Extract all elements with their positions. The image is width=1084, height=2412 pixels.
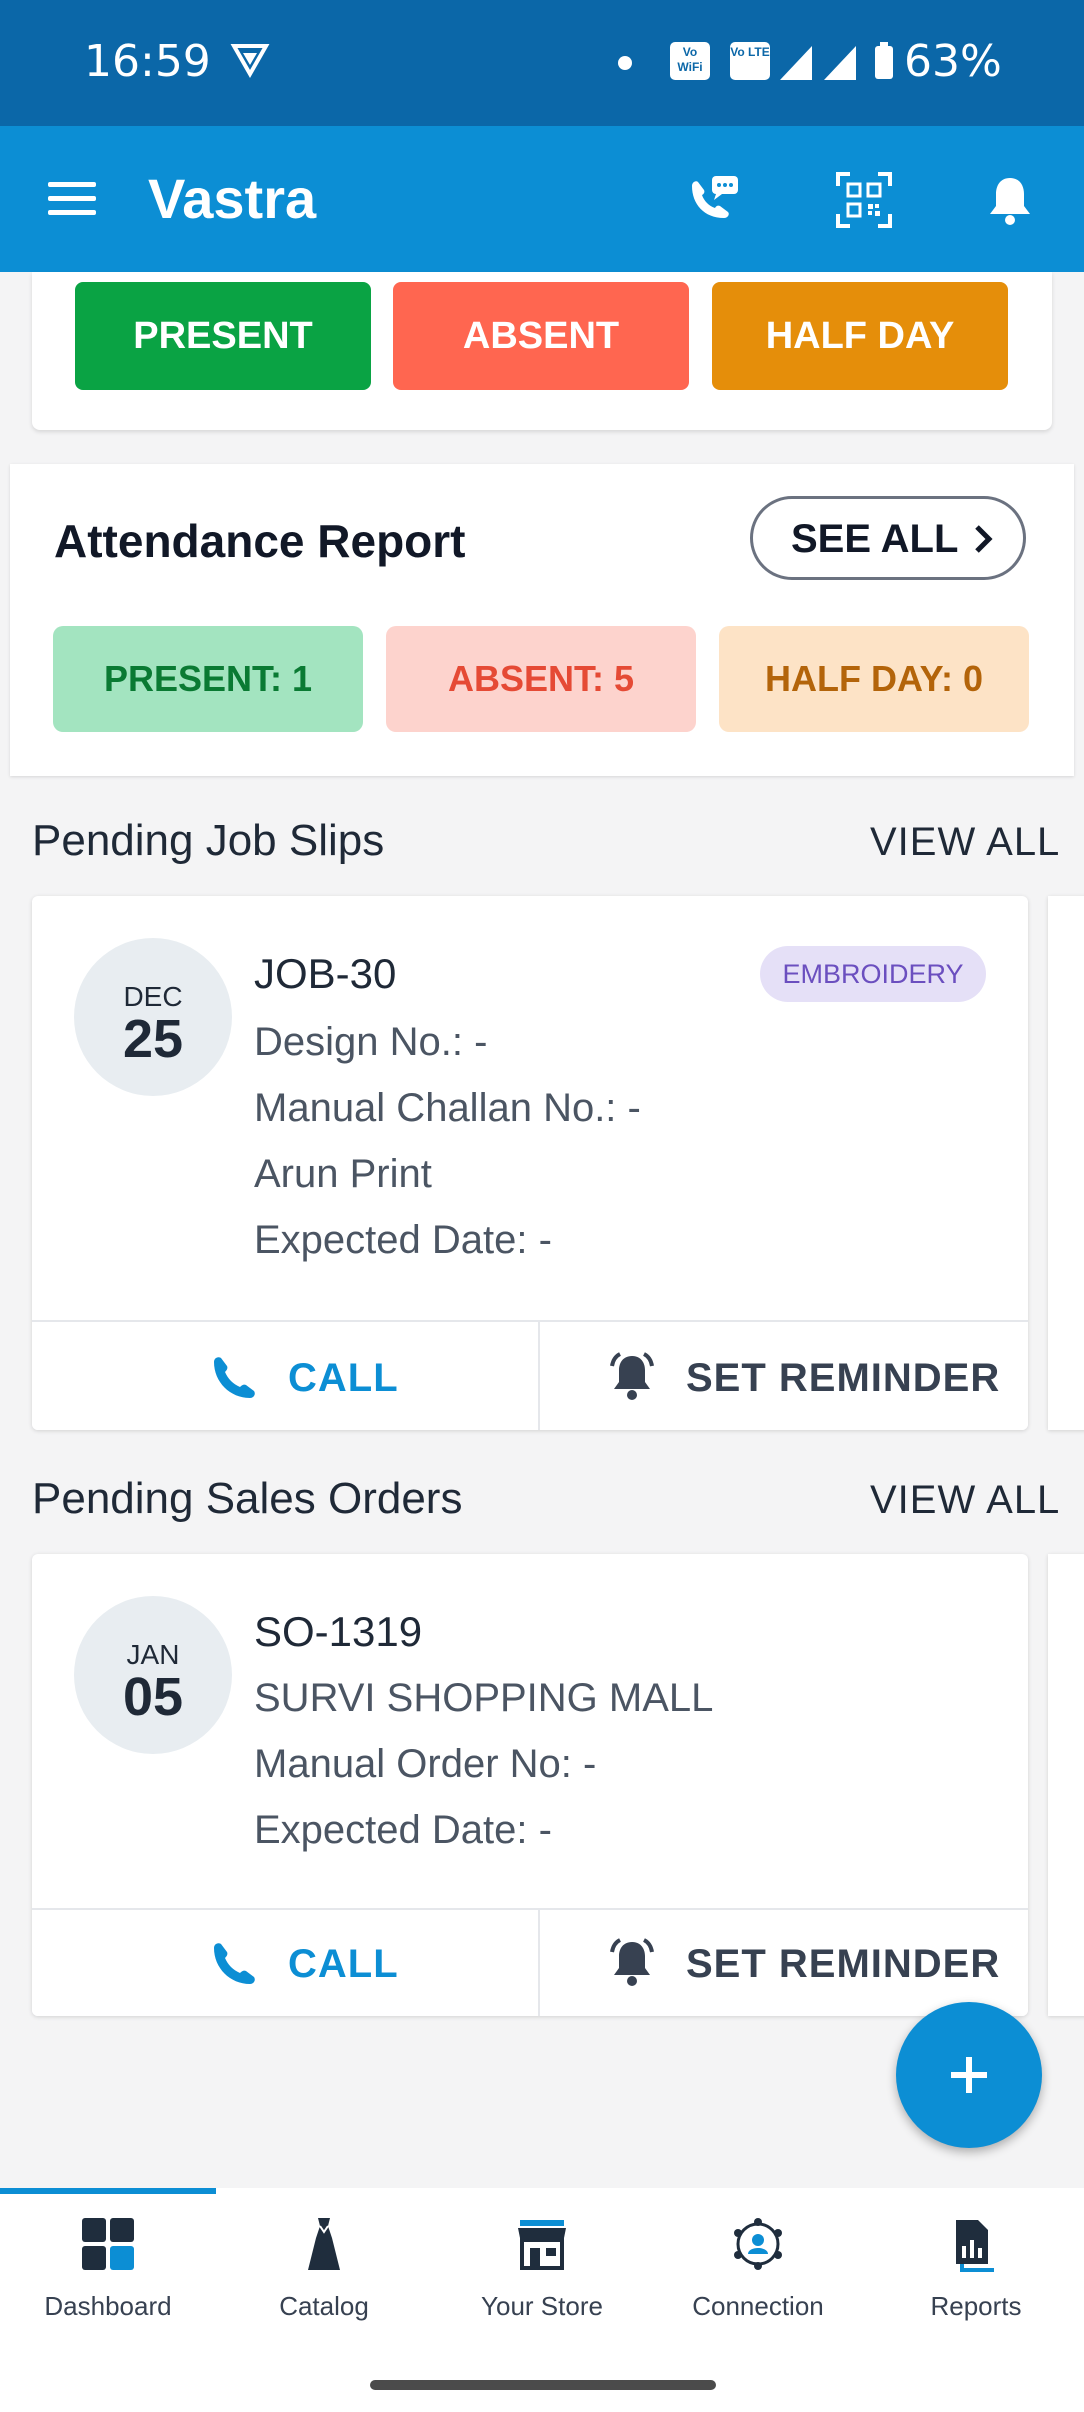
signal-icon	[780, 46, 812, 80]
vowifi-icon: Vo WiFi	[670, 42, 710, 80]
order-date-day: 05	[122, 1667, 184, 1727]
nav-reports[interactable]: Reports	[868, 2216, 1084, 2322]
order-set-reminder-label: SET REMINDER	[686, 1942, 1001, 1986]
attendance-report-card: Attendance Report SEE ALL PRESENT: 1 ABS…	[10, 464, 1074, 776]
report-icon	[956, 2220, 994, 2272]
job-slip-card-next[interactable]	[1048, 896, 1084, 1430]
alarm-bell-icon	[610, 1352, 654, 1400]
app-title: Vastra	[148, 167, 317, 230]
order-date-badge: JAN 05	[74, 1596, 232, 1754]
sales-order-card[interactable]: JAN 05 SO-1319 SURVI SHOPPING MALL Manua…	[32, 1554, 1028, 2016]
signal-icon	[824, 46, 856, 80]
phone-icon	[214, 1943, 255, 1984]
order-call-label: CALL	[288, 1942, 399, 1986]
nav-your-store[interactable]: Your Store	[434, 2216, 650, 2322]
job-slip-card[interactable]: DEC 25 JOB-30 EMBROIDERY Design No.: - M…	[32, 896, 1028, 1430]
present-count-badge: PRESENT: 1	[53, 626, 363, 732]
add-fab-button[interactable]	[896, 2002, 1042, 2148]
network-icon	[734, 2218, 782, 2270]
job-party-name: Arun Print	[254, 1152, 432, 1196]
order-expected-date: Expected Date: -	[254, 1808, 552, 1852]
attendance-report-title: Attendance Report	[54, 515, 466, 567]
see-all-button[interactable]: SEE ALL	[750, 496, 1026, 580]
mark-attendance-card: PRESENT ABSENT HALF DAY	[32, 272, 1052, 430]
half-day-button[interactable]: HALF DAY	[712, 282, 1008, 390]
sales-orders-view-all-link[interactable]: VIEW ALL	[870, 1478, 1060, 1523]
job-set-reminder-button[interactable]: SET REMINDER	[540, 1320, 1028, 1430]
nav-connection[interactable]: Connection	[650, 2216, 866, 2322]
bottom-navigation: Dashboard Catalog Your Store Connection	[0, 2188, 1084, 2412]
job-call-label: CALL	[288, 1356, 399, 1400]
plus-icon	[951, 2057, 987, 2093]
app-bar: Vastra	[0, 126, 1084, 272]
job-slips-view-all-link[interactable]: VIEW ALL	[870, 820, 1060, 865]
dashboard-icon	[82, 2218, 134, 2270]
present-button[interactable]: PRESENT	[75, 282, 371, 390]
nav-dashboard-label: Dashboard	[44, 2291, 172, 2321]
order-party-name: SURVI SHOPPING MALL	[254, 1676, 714, 1720]
order-date-month: JAN	[126, 1639, 180, 1670]
alarm-bell-icon	[610, 1938, 654, 1986]
chevron-right-icon	[975, 525, 993, 553]
job-set-reminder-label: SET REMINDER	[686, 1356, 1001, 1400]
active-tab-indicator	[0, 2188, 216, 2194]
phone-chat-icon[interactable]	[684, 170, 744, 230]
store-icon	[518, 2220, 566, 2270]
order-set-reminder-button[interactable]: SET REMINDER	[540, 1908, 1028, 2016]
bell-icon[interactable]	[980, 170, 1040, 230]
menu-icon[interactable]	[48, 182, 96, 216]
status-bar: 16:59 Vo WiFi Vo LTE 63%	[0, 0, 1084, 126]
job-challan-no: Manual Challan No.: -	[254, 1086, 641, 1130]
order-call-button[interactable]: CALL	[32, 1908, 538, 2016]
sales-order-card-next[interactable]	[1048, 1554, 1084, 2016]
dress-icon	[308, 2218, 340, 2270]
absent-count-badge: ABSENT: 5	[386, 626, 696, 732]
order-manual-no: Manual Order No: -	[254, 1742, 597, 1786]
status-time: 16:59	[84, 36, 211, 87]
volte-icon: Vo LTE	[730, 42, 770, 80]
battery-percent: 63%	[904, 36, 1002, 87]
nav-your-store-label: Your Store	[481, 2291, 603, 2321]
job-type-tag: EMBROIDERY	[760, 946, 986, 1002]
qr-scan-icon[interactable]	[834, 170, 894, 230]
vpn-icon	[230, 44, 270, 79]
nav-reports-label: Reports	[930, 2291, 1022, 2321]
pending-sales-orders-title: Pending Sales Orders	[32, 1474, 463, 1523]
see-all-label: SEE ALL	[791, 517, 959, 561]
job-call-button[interactable]: CALL	[32, 1320, 538, 1430]
job-design-no: Design No.: -	[254, 1020, 488, 1064]
pending-job-slips-title: Pending Job Slips	[32, 816, 385, 865]
nav-catalog-label: Catalog	[279, 2291, 369, 2321]
half-day-count-badge: HALF DAY: 0	[719, 626, 1029, 732]
nav-catalog[interactable]: Catalog	[216, 2216, 432, 2322]
battery-icon	[875, 42, 893, 79]
phone-icon	[214, 1357, 255, 1398]
nav-dashboard[interactable]: Dashboard	[0, 2216, 216, 2322]
job-expected-date: Expected Date: -	[254, 1218, 552, 1262]
gesture-handle[interactable]	[370, 2380, 716, 2390]
absent-button[interactable]: ABSENT	[393, 282, 689, 390]
job-date-month: DEC	[123, 981, 183, 1012]
notification-dot-icon	[618, 56, 632, 70]
nav-connection-label: Connection	[692, 2291, 824, 2321]
job-id: JOB-30	[254, 950, 397, 997]
order-id: SO-1319	[254, 1608, 423, 1655]
job-date-badge: DEC 25	[74, 938, 232, 1096]
job-date-day: 25	[122, 1009, 184, 1069]
